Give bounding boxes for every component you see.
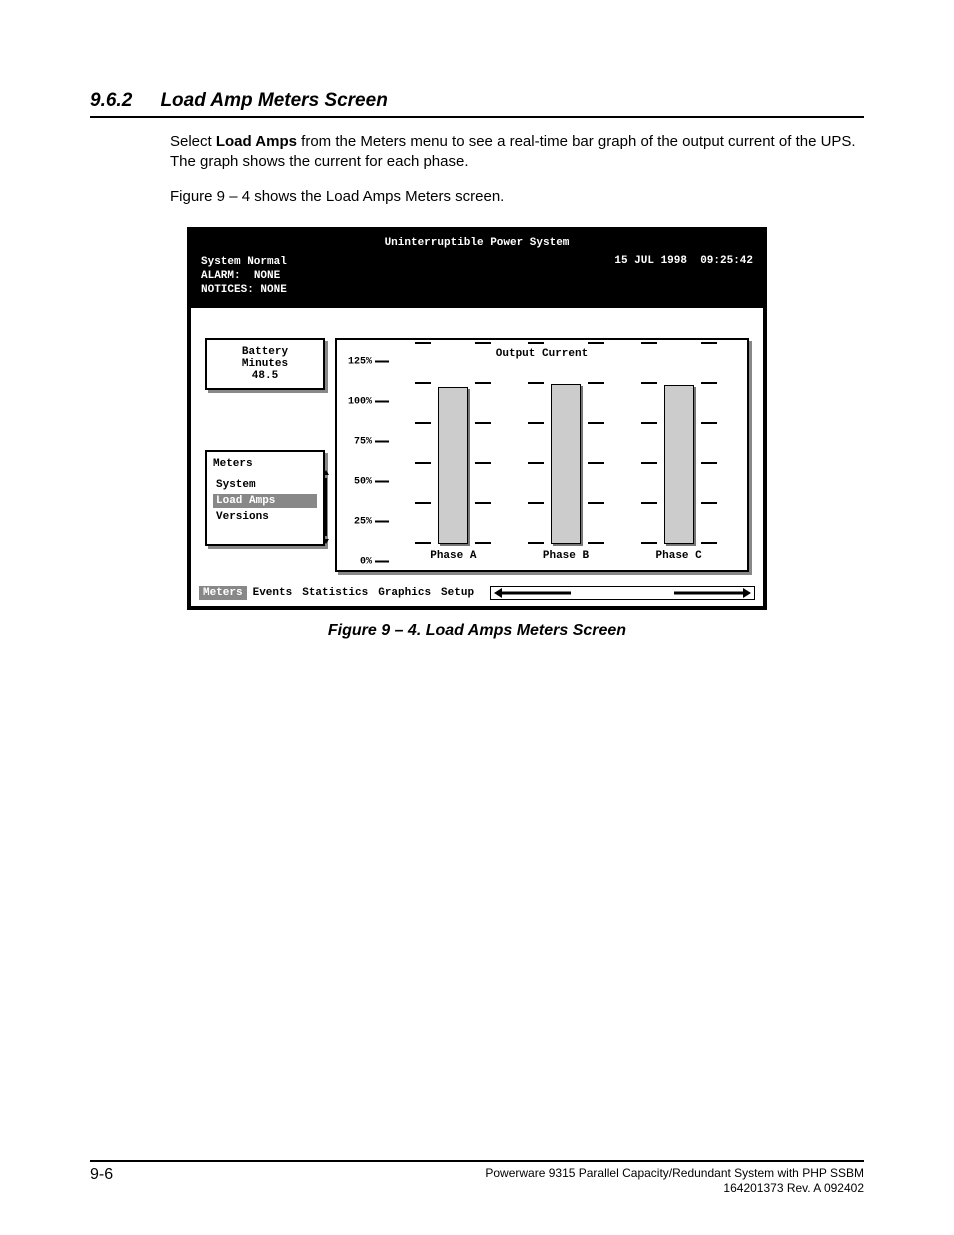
bar-column: Phase B xyxy=(528,344,604,562)
grid-tick xyxy=(701,342,717,344)
grid-tick xyxy=(701,462,717,464)
section-heading: 9.6.2 Load Amp Meters Screen xyxy=(90,90,864,118)
grid-tick xyxy=(475,382,491,384)
footer-line-1: Powerware 9315 Parallel Capacity/Redunda… xyxy=(485,1166,864,1180)
battery-panel: Battery Minutes 48.5 xyxy=(205,338,325,390)
footer-line-2: 164201373 Rev. A 092402 xyxy=(485,1181,864,1195)
ups-date: 15 JUL 1998 xyxy=(614,255,687,267)
ups-alarm-label: ALARM: xyxy=(201,270,241,282)
bar-column: Phase C xyxy=(641,344,717,562)
grid-tick xyxy=(528,342,544,344)
grid-tick xyxy=(415,382,431,384)
y-axis-tick: 100% xyxy=(348,396,389,407)
battery-l1: Battery xyxy=(215,346,315,358)
x-axis-category: Phase B xyxy=(543,550,589,562)
menu-bar-item[interactable]: Statistics xyxy=(298,586,372,600)
grid-tick xyxy=(588,382,604,384)
grid-tick xyxy=(641,502,657,504)
grid-tick xyxy=(701,502,717,504)
grid-tick xyxy=(528,422,544,424)
page-footer: 9-6 Powerware 9315 Parallel Capacity/Red… xyxy=(90,1160,864,1195)
meters-submenu-item[interactable]: Load Amps xyxy=(213,494,317,508)
grid-tick xyxy=(701,542,717,544)
bar xyxy=(664,385,694,543)
battery-l2: Minutes xyxy=(215,358,315,370)
y-axis-tick: 25% xyxy=(354,516,389,527)
bar-column: Phase A xyxy=(415,344,491,562)
figure-caption: Figure 9 – 4. Load Amps Meters Screen xyxy=(187,622,767,640)
y-axis-tick: 0% xyxy=(360,556,389,567)
grid-tick xyxy=(641,462,657,464)
ups-datetime: 15 JUL 1998 09:25:42 xyxy=(614,255,753,267)
grid-tick xyxy=(415,462,431,464)
grid-tick xyxy=(415,542,431,544)
ups-notices: NOTICES: NONE xyxy=(201,283,287,297)
meters-submenu: Meters System Load Amps Versions xyxy=(205,450,325,546)
grid-tick xyxy=(588,462,604,464)
grid-tick xyxy=(415,422,431,424)
grid-tick xyxy=(641,542,657,544)
grid-tick xyxy=(475,342,491,344)
grid-tick xyxy=(641,342,657,344)
menu-bar-item[interactable]: Events xyxy=(249,586,297,600)
grid-tick xyxy=(528,542,544,544)
grid-tick xyxy=(415,502,431,504)
ups-status-block: System Normal ALARM: NONE NOTICES: NONE xyxy=(201,255,287,298)
x-axis-category: Phase A xyxy=(430,550,476,562)
grid-tick xyxy=(588,542,604,544)
meters-submenu-title: Meters xyxy=(213,458,317,470)
meters-submenu-item[interactable]: System xyxy=(213,478,317,492)
arrow-right-icon[interactable] xyxy=(743,588,751,598)
grid-tick xyxy=(528,462,544,464)
meters-submenu-item[interactable]: Versions xyxy=(213,510,317,524)
ups-time: 09:25:42 xyxy=(700,255,753,267)
section-number: 9.6.2 xyxy=(90,90,132,111)
submenu-scrollbar[interactable] xyxy=(323,470,329,544)
output-current-chart: Output Current 125%100%75%50%25%0% Phase… xyxy=(335,338,749,572)
grid-tick xyxy=(475,502,491,504)
grid-tick xyxy=(641,382,657,384)
y-axis-tick: 50% xyxy=(354,476,389,487)
y-axis-tick: 75% xyxy=(354,436,389,447)
ups-app-title: Uninterruptible Power System xyxy=(201,237,753,249)
grid-tick xyxy=(415,342,431,344)
ups-alarm-value: NONE xyxy=(254,270,280,282)
ups-header: Uninterruptible Power System System Norm… xyxy=(191,231,763,308)
grid-tick xyxy=(528,502,544,504)
ups-screenshot: Uninterruptible Power System System Norm… xyxy=(187,227,767,640)
grid-tick xyxy=(528,382,544,384)
grid-tick xyxy=(701,422,717,424)
grid-tick xyxy=(588,422,604,424)
p1-bold: Load Amps xyxy=(216,133,297,150)
grid-tick xyxy=(641,422,657,424)
nav-slider[interactable] xyxy=(490,586,755,600)
battery-l3: 48.5 xyxy=(215,370,315,382)
menu-bar-item[interactable]: Graphics xyxy=(374,586,435,600)
grid-tick xyxy=(475,462,491,464)
menu-bar-item[interactable]: Meters xyxy=(199,586,247,600)
grid-tick xyxy=(475,422,491,424)
grid-tick xyxy=(588,502,604,504)
y-axis-tick: 125% xyxy=(348,356,389,367)
p1-pre: Select xyxy=(170,133,216,150)
grid-tick xyxy=(701,382,717,384)
bar xyxy=(438,387,468,544)
grid-tick xyxy=(588,342,604,344)
ups-menu-bar: MetersEventsStatisticsGraphicsSetup xyxy=(191,582,763,606)
menu-bar-item[interactable]: Setup xyxy=(437,586,478,600)
ups-status: System Normal xyxy=(201,255,287,269)
body-paragraph-2: Figure 9 – 4 shows the Load Amps Meters … xyxy=(170,187,864,207)
body-paragraph-1: Select Load Amps from the Meters menu to… xyxy=(170,132,864,173)
page-number: 9-6 xyxy=(90,1166,113,1184)
grid-tick xyxy=(475,542,491,544)
section-title: Load Amp Meters Screen xyxy=(160,90,387,111)
bar xyxy=(551,384,581,544)
x-axis-category: Phase C xyxy=(656,550,702,562)
